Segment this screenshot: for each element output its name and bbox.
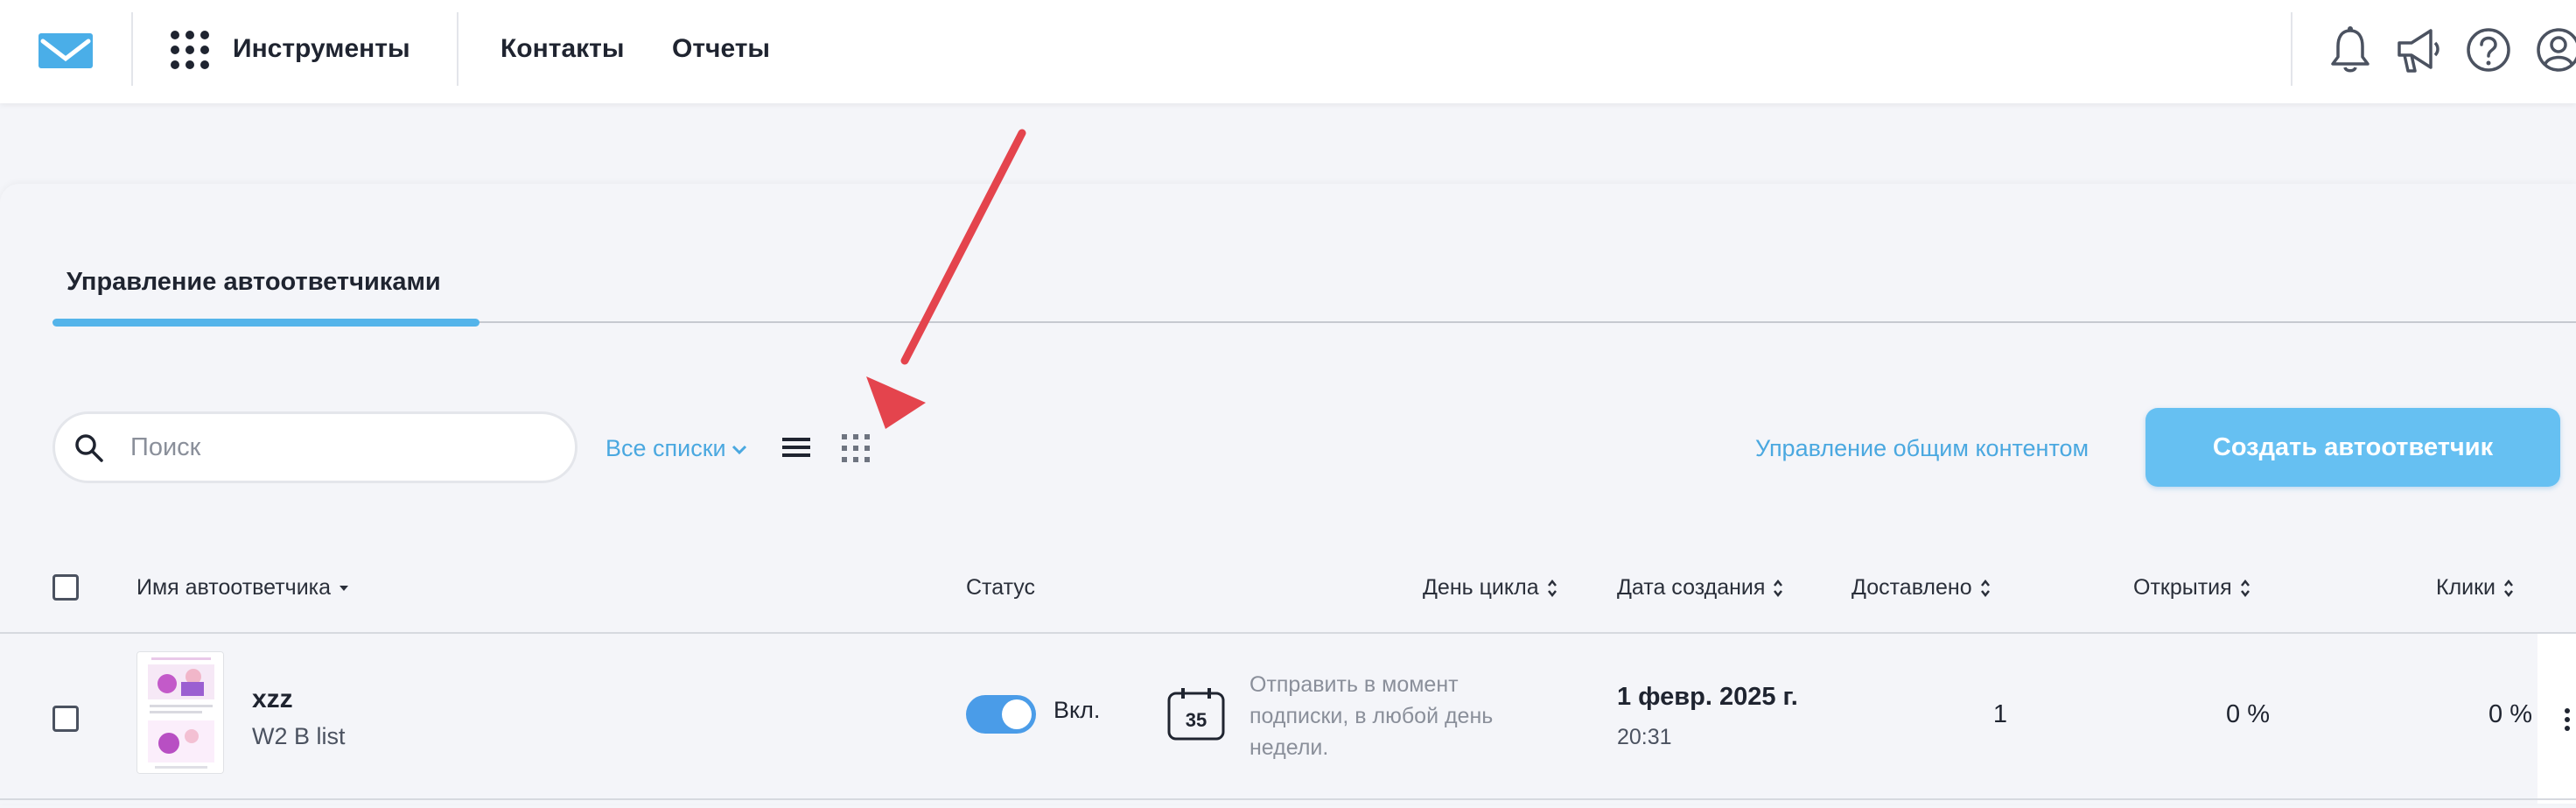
create-autoresponder-button[interactable]: Создать автоответчик xyxy=(2146,408,2560,487)
table-row[interactable]: xzz W2 B list Вкл. 35 Отправить в момент… xyxy=(0,634,2576,804)
top-navigation-bar: Инструменты Контакты Отчеты xyxy=(0,0,2576,103)
calendar-icon: 35 xyxy=(1167,688,1225,741)
toggle-knob xyxy=(1002,699,1032,729)
grid-view-icon[interactable] xyxy=(840,432,872,464)
created-date: 1 февр. 2025 г. xyxy=(1617,683,1798,711)
envelope-logo-icon[interactable] xyxy=(38,33,93,68)
column-header-name[interactable]: Имя автоответчика xyxy=(136,557,350,618)
select-all-checkbox[interactable] xyxy=(52,574,79,601)
nav-reports[interactable]: Отчеты xyxy=(672,32,770,67)
opens-rate: 0 % xyxy=(2226,700,2270,728)
status-toggle[interactable] xyxy=(966,695,1036,734)
more-vertical-icon xyxy=(2565,708,2570,731)
column-header-cycle-day[interactable]: День цикла xyxy=(1423,557,1558,618)
bell-icon[interactable] xyxy=(2326,24,2375,76)
autoresponder-name[interactable]: xzz xyxy=(252,685,293,714)
row-actions-menu[interactable] xyxy=(2538,634,2576,804)
nav-divider xyxy=(457,12,458,86)
search-input[interactable] xyxy=(129,426,549,468)
clicks-rate: 0 % xyxy=(2488,700,2532,728)
cycle-description: Отправить в момент подписки, в любой ден… xyxy=(1250,672,1494,760)
active-tab-indicator xyxy=(52,319,480,327)
shared-content-link[interactable]: Управление общим контентом xyxy=(1755,431,2089,466)
sort-icon xyxy=(1547,580,1557,598)
search-icon xyxy=(75,434,103,462)
lists-filter-label: Все списки xyxy=(606,435,726,461)
nav-divider xyxy=(2291,12,2292,86)
sort-desc-icon xyxy=(340,586,349,592)
help-icon[interactable] xyxy=(2464,24,2513,76)
apps-grid-icon[interactable] xyxy=(170,30,210,70)
delivered-count: 1 xyxy=(1992,700,2007,728)
row-divider xyxy=(0,798,2576,800)
nav-divider xyxy=(131,12,133,86)
column-header-opens[interactable]: Открытия xyxy=(2133,557,2251,618)
search-box[interactable] xyxy=(52,411,578,483)
email-preview-image xyxy=(137,652,223,773)
lists-filter-dropdown[interactable]: Все списки xyxy=(606,431,747,466)
sort-icon xyxy=(2240,580,2250,598)
nav-tools[interactable]: Инструменты xyxy=(233,32,410,67)
cycle-day-number: 35 xyxy=(1186,709,1207,731)
sort-icon xyxy=(1980,580,1990,598)
nav-contacts[interactable]: Контакты xyxy=(500,32,624,67)
column-header-created[interactable]: Дата создания xyxy=(1617,557,1784,618)
created-time: 20:31 xyxy=(1617,725,1672,749)
column-header-status: Статус xyxy=(966,575,1036,600)
status-label: Вкл. xyxy=(1054,697,1101,723)
column-header-clicks[interactable]: Клики xyxy=(2436,557,2515,618)
sort-icon xyxy=(2504,580,2514,598)
sort-icon xyxy=(1774,580,1783,598)
chevron-down-icon xyxy=(732,445,746,454)
email-thumbnail[interactable] xyxy=(136,651,224,774)
autoresponder-list: W2 B list xyxy=(252,723,346,749)
user-icon[interactable] xyxy=(2534,24,2576,76)
row-checkbox[interactable] xyxy=(52,706,79,732)
megaphone-icon[interactable] xyxy=(2392,24,2441,76)
column-header-delivered[interactable]: Доставлено xyxy=(1852,557,1992,618)
tab-autoresponders[interactable]: Управление автоответчиками xyxy=(66,268,441,297)
list-view-icon[interactable] xyxy=(780,434,812,460)
